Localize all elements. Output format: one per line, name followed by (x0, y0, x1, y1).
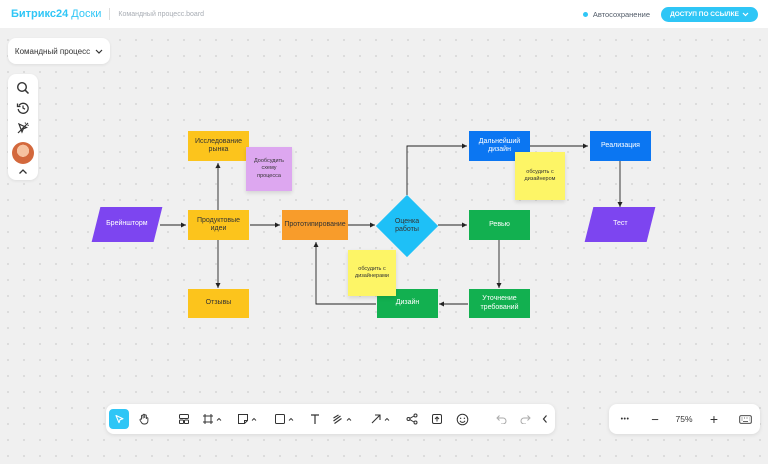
node-label: Дизайн (395, 299, 420, 307)
select-icon[interactable] (109, 409, 129, 429)
upload-icon[interactable] (427, 409, 447, 429)
sticky-note[interactable]: обсудить с дизайнерами (348, 250, 396, 296)
shape-icon[interactable] (272, 409, 300, 429)
sticky-note[interactable]: обсудить с дизайнером (515, 152, 565, 200)
text-icon[interactable] (305, 409, 325, 429)
node-label: Реализация (601, 141, 640, 149)
frame-layout-icon[interactable] (174, 409, 194, 429)
node-label: Оценка работы (394, 217, 420, 233)
node-label: Прототипирование (284, 220, 346, 228)
connector (406, 143, 467, 195)
pen-icon[interactable] (330, 409, 358, 429)
node-label: Тест (612, 220, 628, 228)
node-label: Ревью (489, 220, 510, 228)
sticky-note[interactable]: Дообсудить схему процесса (246, 147, 292, 191)
sticky-note-text: обсудить с дизайнерами (354, 265, 389, 279)
sticky-note-text: Дообсудить схему процесса (254, 158, 284, 179)
node-test[interactable]: Тест (584, 207, 656, 242)
node-market-research[interactable]: Исследование рынка (188, 131, 249, 161)
frame-icon[interactable] (200, 409, 228, 429)
node-brainstorm[interactable]: Брейншторм (91, 207, 163, 242)
sticky-note-text: обсудить с дизайнером (524, 168, 556, 182)
node-review[interactable]: Ревью (469, 210, 530, 240)
node-implementation[interactable]: Реализация (590, 131, 651, 161)
more-options-button[interactable]: ••• (615, 404, 635, 434)
collapse-icon[interactable] (539, 409, 551, 429)
redo-icon[interactable] (516, 409, 536, 429)
node-label: Отзывы (205, 299, 232, 307)
node-label: Уточнение требований (480, 295, 519, 311)
hand-icon[interactable] (134, 409, 154, 429)
zoom-out-button[interactable]: − (645, 404, 665, 434)
arrow-icon[interactable] (368, 409, 396, 429)
emoji-icon[interactable] (452, 409, 472, 429)
zoom-level[interactable]: 75% (671, 404, 697, 434)
keyboard-icon[interactable] (735, 404, 755, 434)
zoom-bar: ••• − 75% + (609, 404, 760, 434)
node-prototyping[interactable]: Прототипирование (282, 210, 348, 240)
sticker-icon[interactable] (235, 409, 263, 429)
bottom-toolbar (106, 404, 555, 434)
node-evaluation[interactable]: Оценка работы (375, 194, 439, 258)
node-clarify-requirements[interactable]: Уточнение требований (469, 289, 530, 318)
undo-icon[interactable] (491, 409, 511, 429)
node-product-ideas[interactable]: Продуктовые идеи (188, 210, 249, 240)
zoom-in-button[interactable]: + (704, 404, 724, 434)
node-label: Продуктовые идеи (196, 216, 241, 232)
node-label: Брейншторм (106, 220, 148, 228)
node-reviews[interactable]: Отзывы (188, 289, 249, 318)
node-label: Исследование рынка (194, 137, 243, 153)
connector-icon[interactable] (402, 409, 422, 429)
